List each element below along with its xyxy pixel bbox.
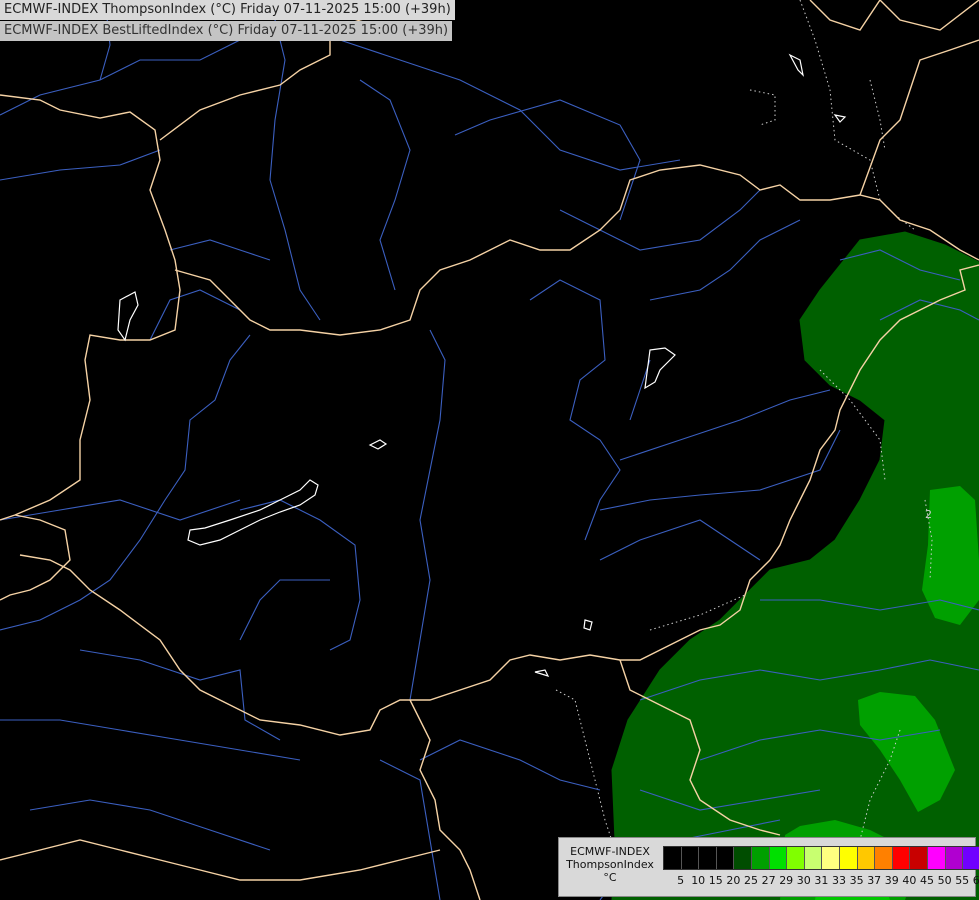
legend-tick-label: 10 [691,874,706,887]
legend-swatch [892,847,911,869]
legend-swatch [945,847,964,869]
legend-tick-label: 39 [884,874,899,887]
legend-model: ECMWF-INDEX [570,845,650,858]
legend-unit: °C [603,871,617,884]
legend-index: ThompsonIndex [566,858,654,871]
legend-swatch [875,847,893,869]
color-legend: ECMWF-INDEX ThompsonIndex °C 5 10 15 20 25 27… [558,837,979,897]
legend-tick-label: 5 [677,874,685,887]
legend-tick-label: 30 [796,874,811,887]
map-title-secondary: ECMWF-INDEX BestLiftedIndex (°C) Friday … [0,21,453,41]
legend-swatch [910,847,928,869]
legend-tick-label: 27 [761,874,776,887]
legend-tick-label: 20 [726,874,741,887]
legend-swatch [751,847,770,869]
legend-swatch [699,847,717,869]
legend-tick-label: 25 [744,874,758,887]
legend-swatch [822,847,840,869]
legend-tick-label: 31 [814,874,829,887]
legend-tick-label: 29 [779,874,794,887]
legend-swatch [963,847,979,869]
map-title-primary: ECMWF-INDEX ThompsonIndex (°C) Friday 07… [0,0,455,20]
legend-title: ECMWF-INDEX ThompsonIndex °C [561,845,659,884]
legend-tick-label: 50 [937,874,952,887]
legend-swatch [804,847,823,869]
legend-swatch [664,847,682,869]
legend-swatches [663,846,979,870]
legend-swatch [857,847,876,869]
legend-swatch [734,847,752,869]
legend-tick-label: 40 [902,874,917,887]
legend-tick-label: 37 [867,874,882,887]
legend-tick-label: 35 [849,874,864,887]
legend-swatch [769,847,788,869]
weather-map: 2 [0,0,979,900]
legend-swatch [716,847,735,869]
legend-swatch [927,847,946,869]
legend-tick-label: 33 [832,874,846,887]
contour-label: 2 [925,508,932,521]
legend-swatch [787,847,805,869]
legend-tick-label: 15 [708,874,723,887]
legend-swatch [681,847,700,869]
legend-tick-label: 55 [955,874,970,887]
legend-tick-label: 60 [972,874,979,887]
legend-swatch [839,847,858,869]
legend-tick-label: 45 [920,874,934,887]
